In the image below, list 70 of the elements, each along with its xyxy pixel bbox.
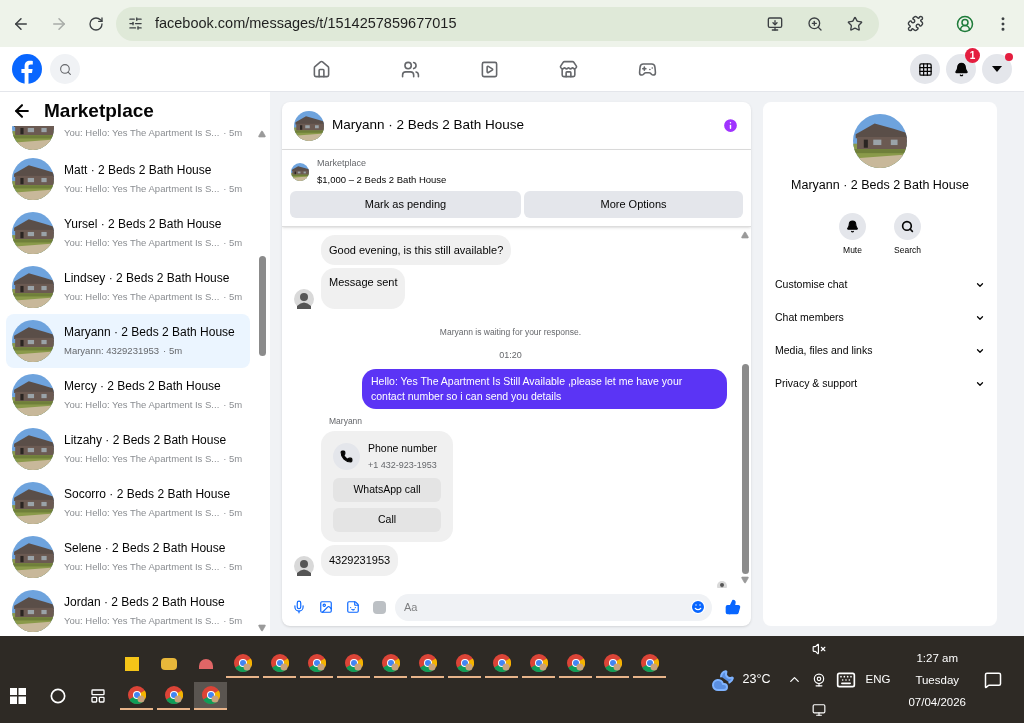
clock[interactable]: 1:27 am Tuesday 07/04/2026 — [908, 646, 966, 713]
language-indicator[interactable]: ENG — [865, 670, 891, 689]
conversation-item[interactable]: Matt · 2 Beds 2 Bath House You: Hello: Yes The Apartment Is S... · 5m — [6, 152, 250, 206]
conversation-name: Yursel · 2 Beds 2 Bath House — [64, 216, 223, 234]
call-button[interactable]: Call — [333, 508, 441, 532]
message-time: · 5m — [223, 236, 243, 251]
message-time: · 5m — [223, 290, 243, 305]
chat-title: Maryann · 2 Beds 2 Bath House — [332, 116, 525, 135]
phone-number: +1 432-923-1953 — [368, 458, 437, 472]
conversation-name: Selene · 2 Beds 2 Bath House — [64, 540, 227, 558]
details-section-row[interactable]: Customise chat — [775, 268, 985, 302]
action-label: Mute — [843, 243, 862, 257]
message-preview: You: Hello: Yes The Apartment Is S... — [64, 236, 220, 251]
message-preview: You: Hello: Yes The Apartment Is S... — [64, 560, 220, 575]
conversation-name: Socorro · 2 Beds 2 Bath House — [64, 486, 232, 504]
listing-action-button[interactable]: More Options — [524, 190, 743, 218]
conversation-item[interactable]: Jordan · 2 Beds 2 Bath House You: Hello: Yes The Apartment Is S... · 5m — [6, 584, 250, 636]
details-section-row[interactable]: Chat members — [775, 301, 985, 335]
message-bubble: 4329231953 — [321, 545, 399, 576]
listing-title: $1,000 – 2 Beds 2 Bath House — [317, 172, 447, 187]
details-section-row[interactable]: Privacy & support — [775, 367, 985, 401]
conversation-name: Litzahy · 2 Beds 2 Bath House — [64, 432, 228, 450]
conversation-name: Matt · 2 Beds 2 Bath House — [64, 162, 213, 180]
message-preview: You: Hello: Yes The Apartment Is S... — [64, 614, 220, 629]
contact-title: Phone number — [368, 440, 437, 456]
conversation-item[interactable]: Maryann · 2 Beds 2 Bath House Maryann: 4329231953 · 5m — [6, 314, 250, 368]
message-time: · 5m — [223, 398, 243, 413]
address-bar[interactable]: facebook.com/messages/t/1514257859677015 — [115, 6, 880, 41]
conversation-item[interactable]: Yursel · 2 Beds 2 Bath House You: Hello: Yes The Apartment Is S... · 5m — [6, 206, 250, 260]
message-bubble: Good evening, is this still available? — [321, 234, 512, 266]
contact-name: Maryann · 2 Beds 2 Bath House — [791, 177, 969, 194]
message-time: · 5m — [223, 126, 243, 140]
message-time: · 5m — [223, 182, 243, 197]
message-preview: You: Hello: Yes The Apartment Is S... — [64, 182, 220, 197]
message-preview: Maryann: 4329231953 — [64, 344, 160, 359]
message-preview: You: Hello: Yes The Apartment Is S... — [64, 290, 220, 305]
conversation-item[interactable]: Lindsey · 2 Beds 2 Bath House You: Hello: Yes The Apartment Is S... · 5m — [6, 260, 250, 314]
message-preview: You: Hello: Yes The Apartment Is S... — [64, 506, 220, 521]
sender-name: Maryann — [329, 415, 364, 428]
conversation-item[interactable]: Litzahy · 2 Beds 2 Bath House You: Hello: Yes The Apartment Is S... · 5m — [6, 422, 250, 476]
conversation-name: Lindsey · 2 Beds 2 Bath House — [64, 270, 231, 288]
conversation-item[interactable]: Selene · 2 Beds 2 Bath House You: Hello: Yes The Apartment Is S... · 5m — [6, 530, 250, 584]
message-preview: You: Hello: Yes The Apartment Is S... — [64, 398, 220, 413]
listing-label: Marketplace — [317, 157, 368, 170]
details-section-row[interactable]: Media, files and links — [775, 334, 985, 368]
message-time: · 5m — [223, 560, 243, 575]
action-label: Search — [894, 243, 921, 257]
message-time: · 5m — [223, 506, 243, 521]
conversation-item[interactable]: Mercy · 2 Beds 2 Bath House You: Hello: Yes The Apartment Is S... · 5m — [6, 368, 250, 422]
conversation-name: Mercy · 2 Beds 2 Bath House — [64, 378, 222, 396]
message-time: · 5m — [163, 344, 183, 359]
status-notice: Maryann is waiting for your response. — [438, 325, 583, 339]
message-bubble: Message sent — [321, 268, 406, 309]
url-text: facebook.com/messages/t/1514257859677015 — [154, 13, 458, 33]
message-preview: You: Hello: Yes The Apartment Is S... — [64, 452, 220, 467]
message-time: · 5m — [223, 452, 243, 467]
message-input[interactable]: Aa — [395, 593, 712, 621]
sidebar-title: Marketplace — [44, 98, 154, 123]
listing-action-button[interactable]: Mark as pending — [290, 190, 521, 218]
conversation-item[interactable]: Socorro · 2 Beds 2 Bath House You: Hello: Yes The Apartment Is S... · 5m — [6, 476, 250, 530]
notification-badge: 1 — [965, 48, 980, 63]
conversation-name: Jordan · 2 Beds 2 Bath House — [64, 594, 226, 612]
message-time: · 5m — [223, 614, 243, 629]
conversation-item[interactable]: You: Hello: Yes The Apartment Is S... · 5m — [6, 126, 250, 152]
temperature: 23°C — [742, 671, 771, 689]
timestamp: 01:20 — [498, 348, 523, 362]
call-button[interactable]: WhatsApp call — [333, 478, 441, 502]
conversation-name: Maryann · 2 Beds 2 Bath House — [64, 324, 235, 342]
message-preview: You: Hello: Yes The Apartment Is S... — [64, 126, 220, 140]
outgoing-message-bubble: Hello: Yes The Apartment Is Still Available ,please let me have your contact number so i can send you details — [362, 369, 727, 409]
